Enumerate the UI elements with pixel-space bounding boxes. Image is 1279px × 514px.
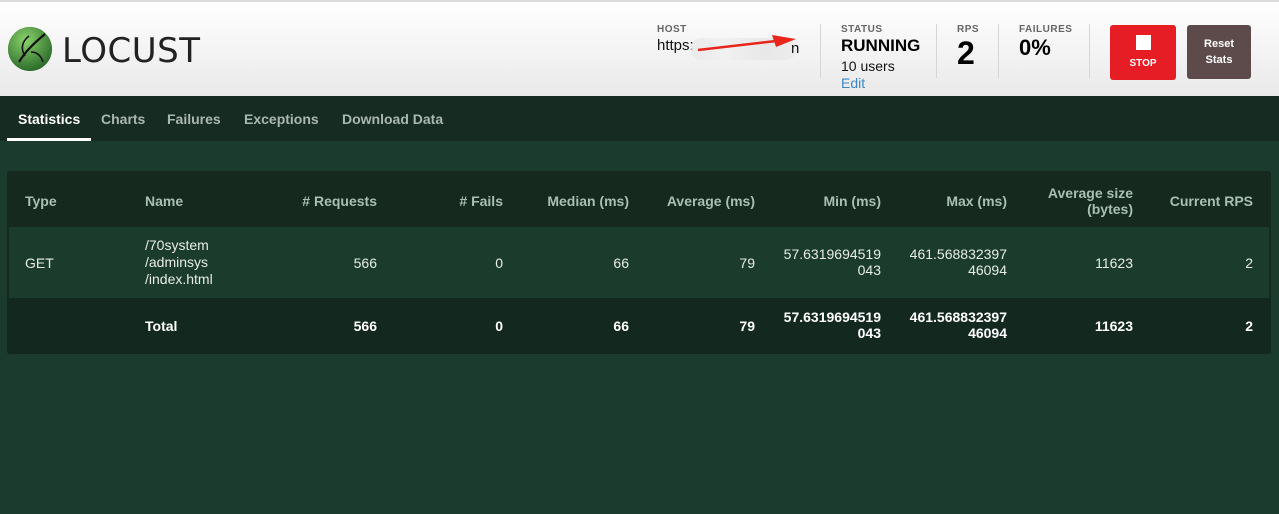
total-average-size: 11623 [1094, 318, 1133, 334]
tab-download-data[interactable]: Download Data [342, 111, 443, 127]
status-value: RUNNING [841, 36, 921, 55]
cell-name-line2: /adminsys [145, 254, 209, 270]
header-divider [820, 24, 821, 78]
reset-button-label-line1: Reset [1204, 38, 1234, 50]
cell-min: 57.6319694519 043 [784, 246, 881, 278]
cell-type: GET [25, 255, 54, 271]
col-requests[interactable]: # Requests [302, 193, 377, 209]
cell-max-line2: 46094 [968, 262, 1007, 278]
host-value: https: [657, 37, 694, 54]
col-median[interactable]: Median (ms) [547, 193, 629, 209]
tab-charts[interactable]: Charts [101, 111, 145, 127]
stop-button-label: STOP [1129, 58, 1157, 69]
cell-average-size: 11623 [1095, 255, 1133, 271]
cell-name: /70system /adminsys /index.html [145, 237, 213, 288]
cell-min-line1: 57.6319694519 [783, 246, 881, 262]
total-max-line2: 46094 [968, 325, 1007, 341]
logo-text: LOCUST [62, 31, 201, 71]
total-row: Total 566 0 66 79 57.6319694519 043 461.… [7, 298, 1271, 354]
cell-fails: 0 [495, 255, 503, 271]
cell-max-line1: 461.568832397 [909, 246, 1007, 262]
table-header: Type Name # Requests # Fails Median (ms)… [7, 171, 1271, 227]
statistics-table: Type Name # Requests # Fails Median (ms)… [7, 171, 1271, 354]
rps-value: 2 [957, 35, 975, 71]
col-average-size[interactable]: Average size (bytes) [1048, 185, 1133, 217]
header-divider [936, 24, 937, 78]
user-count: 10 users [841, 58, 895, 74]
rps-panel: RPS 2 [957, 24, 979, 72]
cell-min-line2: 043 [857, 262, 881, 278]
cell-name-line3: /index.html [145, 271, 213, 287]
stop-button[interactable]: STOP [1110, 25, 1176, 80]
host-panel: HOST https: n [657, 24, 799, 60]
col-name[interactable]: Name [145, 193, 183, 209]
col-average[interactable]: Average (ms) [667, 193, 755, 209]
header-divider [998, 24, 999, 78]
cell-max: 461.568832397 46094 [910, 246, 1007, 278]
cell-name-line1: /70system [145, 237, 209, 253]
total-max: 461.568832397 46094 [910, 309, 1007, 341]
cell-current-rps: 2 [1245, 255, 1253, 271]
total-average: 79 [739, 318, 755, 334]
total-max-line1: 461.568832397 [909, 309, 1007, 325]
failures-panel: FAILURES 0% [1019, 24, 1072, 61]
tab-bar: Statistics Charts Failures Exceptions Do… [0, 96, 1279, 141]
tab-failures[interactable]: Failures [167, 111, 221, 127]
failures-label: FAILURES [1019, 24, 1073, 35]
col-current-rps[interactable]: Current RPS [1170, 193, 1253, 209]
col-average-size-line2: (bytes) [1087, 201, 1133, 217]
total-current-rps: 2 [1245, 318, 1253, 334]
tab-exceptions[interactable]: Exceptions [244, 111, 319, 127]
tab-statistics[interactable]: Statistics [18, 111, 80, 127]
cell-median: 66 [613, 255, 629, 271]
total-requests: 566 [353, 318, 377, 334]
header-divider [1089, 24, 1090, 78]
total-median: 66 [613, 318, 629, 334]
total-min: 57.6319694519 043 [784, 309, 881, 341]
failures-value: 0% [1019, 35, 1051, 60]
cell-requests: 566 [353, 255, 377, 271]
col-type[interactable]: Type [25, 193, 57, 209]
edit-link[interactable]: Edit [841, 75, 920, 91]
host-label: HOST [657, 24, 687, 35]
reset-button-label-line2: Stats [1205, 54, 1233, 66]
annotation-arrow-icon [697, 35, 796, 52]
total-min-line2: 043 [857, 325, 881, 341]
col-fails[interactable]: # Fails [459, 193, 503, 209]
cell-average: 79 [739, 255, 755, 271]
active-tab-indicator [7, 138, 91, 141]
total-name: Total [145, 318, 178, 334]
col-average-size-line1: Average size [1047, 185, 1133, 201]
reset-stats-button[interactable]: Reset Stats [1187, 25, 1251, 79]
rps-label: RPS [957, 24, 980, 35]
table-row: GET /70system /adminsys /index.html 566 … [9, 227, 1269, 298]
total-fails: 0 [495, 318, 503, 334]
total-min-line1: 57.6319694519 [783, 309, 881, 325]
status-label: STATUS [841, 24, 883, 35]
top-header: LOCUST HOST https: n STATUS RUNNING 10 u… [0, 0, 1279, 96]
locust-logo-icon [8, 27, 52, 71]
stop-icon [1135, 35, 1151, 50]
col-max[interactable]: Max (ms) [946, 193, 1007, 209]
status-panel: STATUS RUNNING 10 users Edit [841, 24, 920, 91]
col-min[interactable]: Min (ms) [823, 193, 881, 209]
